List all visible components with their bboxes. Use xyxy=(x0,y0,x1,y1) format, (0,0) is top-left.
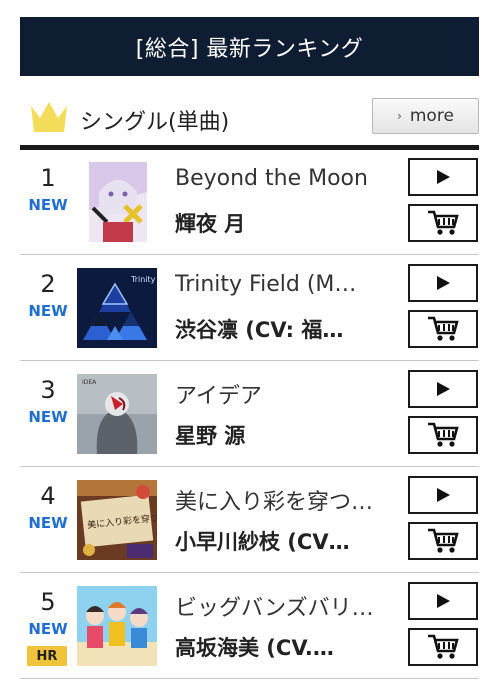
cart-button[interactable] xyxy=(408,204,478,242)
cart-icon xyxy=(428,634,459,659)
rank-number: 3 xyxy=(40,376,56,404)
cover-art[interactable]: Trinity Field xyxy=(77,268,157,348)
ranking-header: [総合] 最新ランキング xyxy=(20,17,479,76)
play-icon xyxy=(437,276,450,290)
cover-art[interactable]: 美に入り彩を穿つ xyxy=(77,480,157,560)
new-badge: NEW xyxy=(28,302,68,320)
cart-button[interactable] xyxy=(408,310,478,348)
track-title[interactable]: アイデア xyxy=(175,378,393,410)
artist-name[interactable]: 星野 源 xyxy=(175,420,393,450)
play-button[interactable] xyxy=(408,370,478,408)
more-button-label: more xyxy=(409,106,454,126)
ranking-row: 5 NEW HR ビッグバンズバリ… 高坂海美 (CV.… xyxy=(20,574,479,679)
new-badge: NEW xyxy=(28,620,68,638)
cover-art[interactable]: IDEA xyxy=(77,374,157,454)
crown-icon xyxy=(31,102,67,132)
track-title[interactable]: ビッグバンズバリ… xyxy=(175,590,393,622)
cover-text: Trinity Field xyxy=(130,275,157,284)
play-icon xyxy=(437,382,450,396)
cart-button[interactable] xyxy=(408,416,478,454)
track-title[interactable]: Trinity Field (M… xyxy=(175,272,393,297)
rank-number: 5 xyxy=(40,588,56,616)
artist-name[interactable]: 高坂海美 (CV.… xyxy=(175,632,393,662)
ranking-row: 3 NEW IDEA アイデア 星野 源 xyxy=(20,362,479,467)
track-title[interactable]: 美に入り彩を穿つ… xyxy=(175,484,393,516)
cart-icon xyxy=(428,210,459,235)
play-icon xyxy=(437,594,450,608)
cover-text: IDEA xyxy=(82,379,97,386)
cart-button[interactable] xyxy=(408,628,478,666)
ranking-row: 1 NEW Beyond the Moon 輝夜 月 xyxy=(20,150,479,255)
rank-number: 2 xyxy=(40,270,56,298)
ranking-row: 4 NEW 美に入り彩を穿つ 美に入り彩を穿つ… 小早川紗枝 (CV… xyxy=(20,468,479,573)
hr-badge: HR xyxy=(27,646,67,666)
artist-name[interactable]: 渋谷凛 (CV: 福… xyxy=(175,314,393,344)
cart-icon xyxy=(428,528,459,553)
play-button[interactable] xyxy=(408,264,478,302)
more-button[interactable]: › more xyxy=(372,98,479,134)
play-button[interactable] xyxy=(408,582,478,620)
rank-number: 1 xyxy=(40,164,56,192)
cart-button[interactable] xyxy=(408,522,478,560)
ranking-header-title: [総合] 最新ランキング xyxy=(135,36,364,62)
cover-art[interactable] xyxy=(89,162,147,242)
chevron-right-icon: › xyxy=(397,109,402,123)
ranking-row: 2 NEW Trinity Field Trinity Field (M… 渋谷… xyxy=(20,256,479,361)
artist-name[interactable]: 小早川紗枝 (CV… xyxy=(175,526,393,556)
new-badge: NEW xyxy=(28,514,68,532)
artist-name[interactable]: 輝夜 月 xyxy=(175,208,393,238)
section-title: シングル(単曲) xyxy=(80,110,230,135)
cart-icon xyxy=(428,422,459,447)
cover-art[interactable] xyxy=(77,586,157,666)
cart-icon xyxy=(428,316,459,341)
new-badge: NEW xyxy=(28,196,68,214)
rank-number: 4 xyxy=(40,482,56,510)
track-title[interactable]: Beyond the Moon xyxy=(175,166,393,191)
play-icon xyxy=(437,488,450,502)
new-badge: NEW xyxy=(28,408,68,426)
section-header: シングル(単曲) › more xyxy=(20,96,479,142)
play-button[interactable] xyxy=(408,476,478,514)
play-button[interactable] xyxy=(408,158,478,196)
play-icon xyxy=(437,170,450,184)
